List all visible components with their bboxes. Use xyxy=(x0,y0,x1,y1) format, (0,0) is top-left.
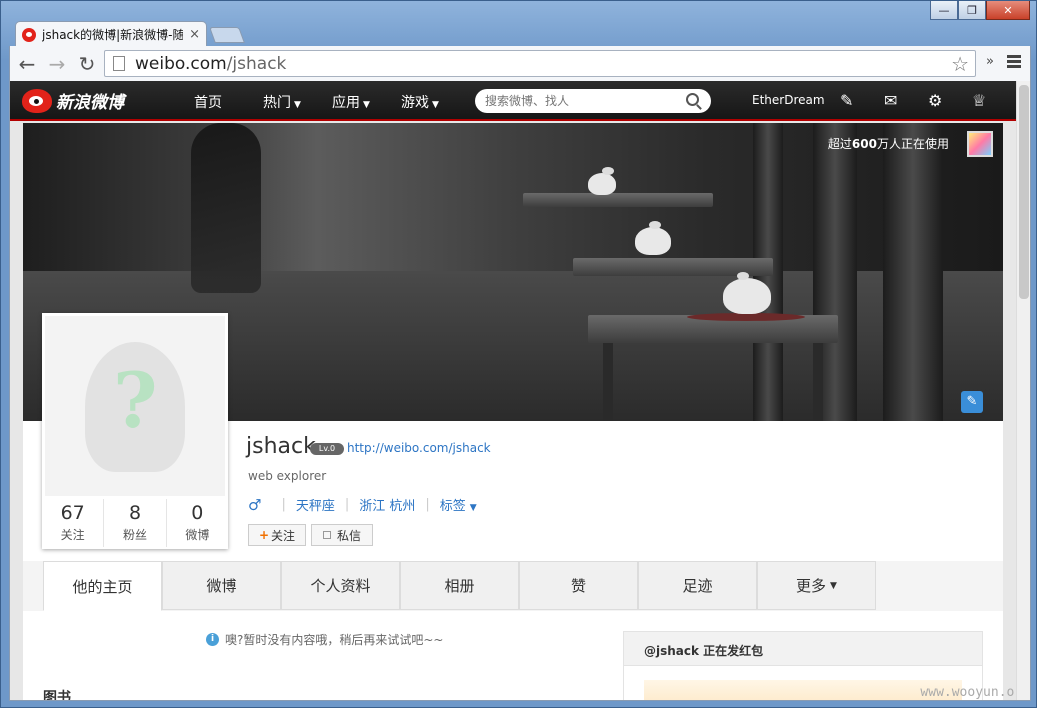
tab-title: jshack的微博|新浪微博-随 xyxy=(42,28,184,42)
vertical-scrollbar[interactable] xyxy=(1016,81,1030,700)
teapot xyxy=(723,272,771,314)
weibo-favicon-icon xyxy=(22,27,36,42)
location-link[interactable]: 浙江 杭州 xyxy=(359,495,415,514)
nav-games[interactable]: 游戏 ▼ xyxy=(401,92,439,112)
avatar-card: ? 67 关注 8 粉丝 0 微博 xyxy=(42,313,228,549)
current-user-link[interactable]: EtherDream xyxy=(752,93,825,107)
back-button[interactable]: ← xyxy=(14,51,40,77)
info-icon: i xyxy=(206,633,219,646)
tab-profile[interactable]: 个人资料 xyxy=(281,561,400,610)
maximize-button[interactable]: ❐ xyxy=(958,1,986,20)
empty-notice: i 噢?暂时没有内容哦，稍后再来试试吧~~ xyxy=(206,631,443,648)
tab-weibo[interactable]: 微博 xyxy=(162,561,281,610)
profile-url-link[interactable]: http://weibo.com/jshack xyxy=(347,441,491,455)
edit-icon[interactable]: ✎ xyxy=(840,91,853,110)
person-silhouette xyxy=(191,123,261,293)
url-text: weibo.com/jshack xyxy=(135,53,287,74)
tab-likes[interactable]: 赞 xyxy=(519,561,638,610)
close-window-button[interactable]: ✕ xyxy=(986,1,1030,20)
red-packet-banner[interactable] xyxy=(644,680,962,700)
following-count[interactable]: 67 关注 xyxy=(42,499,105,547)
constellation-link[interactable]: 天秤座 xyxy=(296,495,335,514)
tab-close-icon[interactable]: × xyxy=(189,27,200,42)
browser-tab[interactable]: jshack的微博|新浪微博-随 × xyxy=(15,21,207,47)
skin-picker-icon[interactable] xyxy=(967,131,993,157)
browser-window: — ❐ ✕ jshack的微博|新浪微博-随 × ← → ↻ weibo.com… xyxy=(0,0,1037,708)
extensions-overflow-icon[interactable]: » xyxy=(986,54,994,69)
address-bar[interactable]: weibo.com/jshack ☆ xyxy=(104,50,976,77)
profile-counts: 67 关注 8 粉丝 0 微博 xyxy=(42,499,228,547)
bookmark-star-icon[interactable]: ☆ xyxy=(951,52,969,76)
level-badge[interactable]: Lv.0 xyxy=(310,443,344,455)
weibo-search xyxy=(475,89,711,113)
profile-meta: ♂ | 天秤座 | 浙江 杭州 | 标签 ▼ xyxy=(248,495,477,515)
nav-home[interactable]: 首页 xyxy=(194,92,222,112)
watermark: www.wooyun.org xyxy=(920,685,1030,700)
weibo-eye-icon xyxy=(22,88,52,113)
gear-icon[interactable]: ⚙ xyxy=(928,91,942,110)
forward-button[interactable]: → xyxy=(44,51,70,77)
follow-button[interactable]: + 关注 xyxy=(248,524,306,546)
message-button[interactable]: 私信 xyxy=(311,524,373,546)
message-icon xyxy=(322,531,331,539)
nav-apps[interactable]: 应用 ▼ xyxy=(332,92,370,112)
red-packet-title: @jshack 正在发红包 xyxy=(624,632,982,666)
profile-name: jshack xyxy=(246,434,316,459)
crown-icon[interactable]: ♕ xyxy=(972,91,986,110)
browser-toolbar: ← → ↻ weibo.com/jshack ☆ » xyxy=(9,46,1031,81)
cover-settings-icon[interactable]: ✎ xyxy=(961,391,983,413)
tags-dropdown[interactable]: 标签 ▼ xyxy=(440,495,477,514)
browser-menu-icon[interactable] xyxy=(1007,55,1021,70)
tab-album[interactable]: 相册 xyxy=(400,561,519,610)
mail-icon[interactable]: ✉ xyxy=(884,91,897,110)
avatar[interactable]: ? xyxy=(45,316,225,496)
weibo-logo-text: 新浪微博 xyxy=(56,93,124,113)
user-count-notice: 超过600万人正在使用 xyxy=(827,137,949,151)
scroll-thumb[interactable] xyxy=(1019,85,1029,299)
male-icon: ♂ xyxy=(248,495,262,514)
profile-intro: web explorer xyxy=(248,469,327,483)
tab-footprints[interactable]: 足迹 xyxy=(638,561,757,610)
new-tab-button[interactable] xyxy=(209,27,245,43)
window-controls: — ❐ ✕ xyxy=(930,1,1030,20)
tab-more[interactable]: 更多 ▼ xyxy=(757,561,876,610)
weibo-logo[interactable]: 新浪微博 xyxy=(22,88,124,113)
profile-tabs: 他的主页 微博 个人资料 相册 赞 足迹 更多 ▼ xyxy=(23,561,1003,611)
weibo-top-nav: 新浪微博 首页 热门▼ 应用▼ 游戏▼ EtherDream ✎ ✉ ⚙ ♕ xyxy=(10,81,1016,121)
search-input[interactable] xyxy=(485,94,675,108)
tab-home[interactable]: 他的主页 xyxy=(43,561,162,611)
followers-count[interactable]: 8 粉丝 xyxy=(104,499,167,547)
page-icon xyxy=(113,56,125,71)
books-section-title: 图书 xyxy=(43,690,71,701)
posts-count[interactable]: 0 微博 xyxy=(167,499,228,547)
question-mark-icon: ? xyxy=(113,356,158,445)
page-viewport: 新浪微博 首页 热门▼ 应用▼ 游戏▼ EtherDream ✎ ✉ ⚙ ♕ xyxy=(9,81,1031,701)
search-icon[interactable] xyxy=(686,93,699,106)
minimize-button[interactable]: — xyxy=(930,1,958,20)
reload-button[interactable]: ↻ xyxy=(74,51,100,77)
nav-hot[interactable]: 热门 ▼ xyxy=(263,92,301,112)
